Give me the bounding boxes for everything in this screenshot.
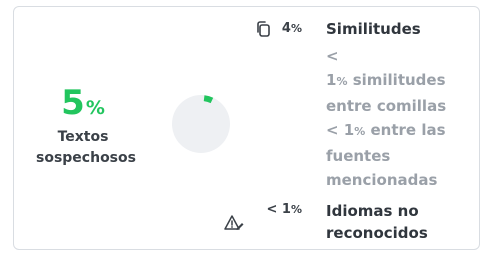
score-percent-sign: %: [85, 97, 105, 119]
score-value: 5 %: [36, 86, 130, 120]
similitudes-label: Similitudes: [326, 20, 421, 38]
suspicious-donut-chart: [172, 95, 230, 153]
donut-track: [172, 95, 230, 153]
comillas-line: 1% similitudes entre comillas: [326, 68, 476, 118]
suspicious-texts-score: 5 % Textos sospechosos: [36, 86, 136, 169]
stat-similitudes: 4% Similitudes: [236, 18, 468, 40]
idiomas-label: Idiomas no reconocidos: [326, 202, 428, 242]
similitudes-percent: 4%: [281, 21, 302, 36]
idiomas-percent: < 1%: [266, 202, 303, 217]
stat-idiomas: < 1% Idiomas no reconocidos: [224, 200, 468, 244]
warning-edit-icon: [224, 215, 244, 230]
score-number: 5: [61, 83, 85, 123]
similitudes-breakdown: < 1% similitudes entre comillas < 1% ent…: [326, 44, 476, 192]
fuentes-line: < 1% entre las fuentes mencionadas: [326, 118, 476, 192]
comillas-percent: 1%: [326, 71, 348, 89]
comillas-lt: <: [326, 47, 339, 65]
copy-icon: [257, 21, 270, 37]
score-label: Textos sospechosos: [36, 129, 136, 166]
fuentes-percent: < 1%: [326, 121, 366, 139]
